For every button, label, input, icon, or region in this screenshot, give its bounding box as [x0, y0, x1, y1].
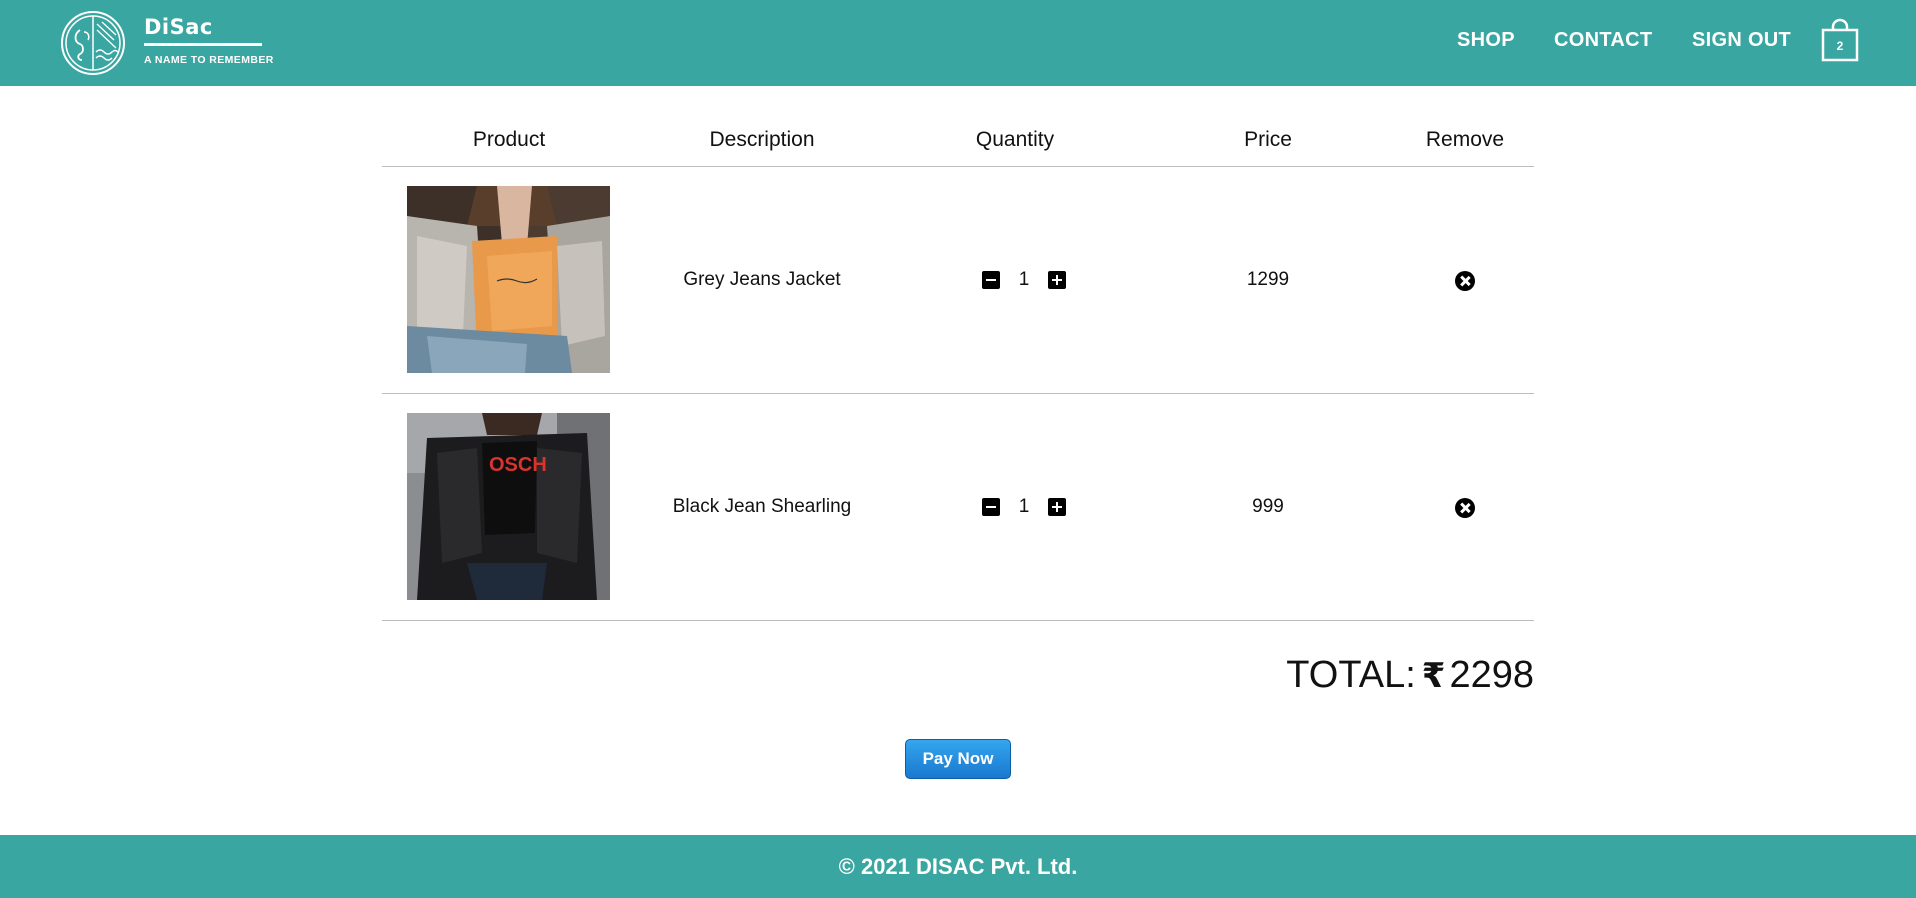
table-row: Grey Jeans Jacket 1 1299: [382, 167, 1534, 394]
nav-contact-link[interactable]: CONTACT: [1554, 29, 1652, 52]
rupee-icon: ₹: [1421, 655, 1446, 696]
brand-logo[interactable]: DiSac A NAME TO REMEMBER: [58, 10, 273, 76]
cart-total: TOTAL: ₹ 2298: [1286, 654, 1534, 697]
header-quantity: Quantity: [975, 128, 1055, 151]
product-image: OSCH: [407, 413, 610, 600]
product-image: [407, 186, 610, 373]
brand-divider: [144, 43, 262, 46]
cart-count-badge: 2: [1836, 39, 1844, 53]
header-product: Product: [472, 128, 546, 151]
brand-text: DiSac A NAME TO REMEMBER: [144, 10, 273, 76]
minus-icon[interactable]: [982, 498, 1000, 516]
quantity-value: 1: [1018, 269, 1030, 290]
header-remove: Remove: [1425, 128, 1505, 151]
product-price: 999: [1252, 496, 1284, 517]
cart-table: Product Description Quantity Price Remov…: [382, 86, 1534, 621]
total-amount: 2298: [1449, 654, 1534, 696]
header-description: Description: [709, 128, 815, 151]
total-label: TOTAL:: [1286, 654, 1416, 696]
quantity-value: 1: [1018, 496, 1030, 517]
cart-button[interactable]: 2: [1820, 18, 1860, 62]
plus-icon[interactable]: [1048, 498, 1066, 516]
quantity-stepper: 1: [945, 496, 1085, 520]
pay-now-button[interactable]: Pay Now: [905, 739, 1011, 779]
logo-mark-icon: [61, 11, 125, 75]
minus-icon[interactable]: [982, 271, 1000, 289]
table-row: OSCH Black Jean Shearling 1 999: [382, 394, 1534, 621]
quantity-stepper: 1: [945, 269, 1085, 293]
remove-icon[interactable]: [1455, 498, 1475, 518]
product-price: 1299: [1246, 269, 1290, 290]
product-description: Grey Jeans Jacket: [683, 269, 841, 290]
footer-copyright: © 2021 DISAC Pvt. Ltd.: [838, 854, 1078, 879]
product-description: Black Jean Shearling: [672, 496, 852, 517]
brand-tagline: A NAME TO REMEMBER: [144, 54, 274, 66]
site-header: DiSac A NAME TO REMEMBER SHOP CONTACT SI…: [0, 0, 1916, 86]
nav-shop-link[interactable]: SHOP: [1457, 29, 1515, 52]
brand-name: DiSac: [144, 15, 213, 39]
svg-text:OSCH: OSCH: [489, 454, 547, 476]
site-footer: © 2021 DISAC Pvt. Ltd.: [0, 835, 1916, 898]
header-price: Price: [1244, 128, 1292, 151]
plus-icon[interactable]: [1048, 271, 1066, 289]
table-header: Product Description Quantity Price Remov…: [382, 86, 1534, 167]
remove-icon[interactable]: [1455, 271, 1475, 291]
nav-signout-link[interactable]: SIGN OUT: [1692, 29, 1791, 52]
